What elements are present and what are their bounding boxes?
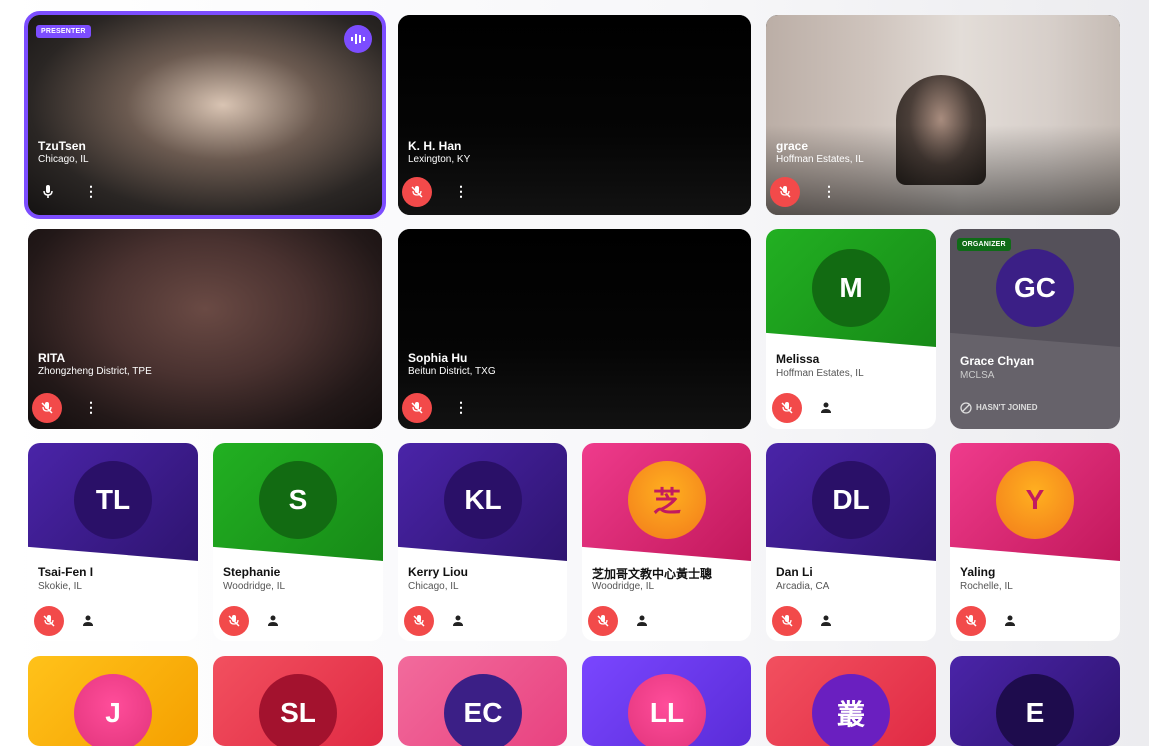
participant-location: Chicago, IL: [408, 581, 459, 592]
video-feed: [398, 229, 751, 429]
person-icon: [821, 615, 831, 626]
video-tile-tzutsen[interactable]: PRESENTER TzuTsen Chicago, IL ⋮: [24, 11, 386, 219]
muted-mic-button[interactable]: [402, 177, 432, 207]
avatar-tile-yaling[interactable]: Y Yaling Rochelle, IL: [950, 443, 1120, 641]
muted-mic-button[interactable]: [404, 606, 434, 636]
muted-mic-button[interactable]: [402, 393, 432, 423]
avatar-tile-stephanie[interactable]: S Stephanie Woodridge, IL: [213, 443, 383, 641]
participant-location: Woodridge, IL: [223, 581, 286, 592]
participant-name: TzuTsen: [38, 139, 86, 153]
participant-location: Rochelle, IL: [960, 581, 1013, 592]
muted-mic-button[interactable]: [588, 606, 618, 636]
video-tile-kh-han[interactable]: K. H. Han Lexington, KY ⋮: [398, 15, 751, 215]
participant-name: Grace Chyan: [960, 354, 1035, 368]
muted-mic-button[interactable]: [219, 606, 249, 636]
participant-location: Arcadia, CA: [776, 581, 830, 592]
muted-mic-button[interactable]: [772, 393, 802, 423]
avatar: GC: [996, 249, 1074, 327]
video-tile-grace[interactable]: grace Hoffman Estates, IL ⋮: [766, 15, 1120, 215]
participant-location: Skokie, IL: [38, 581, 82, 592]
not-joined-icon: [960, 402, 972, 414]
avatar: TL: [74, 461, 152, 539]
video-feed: [398, 15, 751, 215]
participant-name: Tsai-Fen I: [38, 565, 94, 579]
more-options-icon[interactable]: ⋮: [84, 183, 98, 200]
participant-location: Woodridge, IL: [592, 581, 655, 592]
more-options-icon[interactable]: ⋮: [454, 183, 468, 200]
avatar-tile-kerry-liou[interactable]: KL Kerry Liou Chicago, IL: [398, 443, 567, 641]
participant-name: Dan Li: [776, 565, 813, 579]
avatar-tile-grace-chyan[interactable]: ORGANIZER GC Grace Chyan MCLSA HASN'T JO…: [950, 229, 1120, 429]
person-icon: [821, 402, 831, 413]
participant-name: Kerry Liou: [408, 565, 469, 579]
avatar: Y: [996, 461, 1074, 539]
avatar: 叢: [812, 674, 890, 746]
person-icon: [268, 615, 278, 626]
participant-location: Chicago, IL: [38, 154, 89, 165]
avatar: M: [812, 249, 890, 327]
person-icon: [83, 615, 93, 626]
more-options-icon[interactable]: ⋮: [822, 183, 836, 200]
person-icon: [1005, 615, 1015, 626]
avatar: S: [259, 461, 337, 539]
avatar: 芝: [628, 461, 706, 539]
participant-name: K. H. Han: [408, 139, 462, 153]
more-options-icon[interactable]: ⋮: [454, 399, 468, 416]
avatar: LL: [628, 674, 706, 746]
avatar: KL: [444, 461, 522, 539]
participant-name: Sophia Hu: [408, 351, 468, 365]
participant-name: grace: [776, 139, 809, 153]
avatar: J: [74, 674, 152, 746]
avatar-tile-e[interactable]: E: [950, 656, 1120, 746]
participant-location: Zhongzheng District, TPE: [38, 366, 152, 377]
avatar: DL: [812, 461, 890, 539]
participant-name: Yaling: [960, 565, 996, 579]
video-feed: [28, 229, 382, 429]
video-tile-sophia-hu[interactable]: Sophia Hu Beitun District, TXG ⋮: [398, 229, 751, 429]
muted-mic-button[interactable]: [32, 393, 62, 423]
participant-name: Stephanie: [223, 565, 281, 579]
muted-mic-button[interactable]: [772, 606, 802, 636]
avatar-tile-tsai-fen-i[interactable]: TL Tsai-Fen I Skokie, IL: [28, 443, 198, 641]
more-options-icon[interactable]: ⋮: [84, 399, 98, 416]
participant-location: Lexington, KY: [408, 154, 471, 165]
participant-location: Hoffman Estates, IL: [776, 154, 864, 165]
avatar: E: [996, 674, 1074, 746]
video-tile-rita[interactable]: RITA Zhongzheng District, TPE ⋮: [28, 229, 382, 429]
participant-location: Beitun District, TXG: [408, 366, 496, 377]
muted-mic-button[interactable]: [34, 606, 64, 636]
avatar-tile-cong[interactable]: 叢: [766, 656, 936, 746]
avatar-tile-j[interactable]: J: [28, 656, 198, 746]
name-gradient: [766, 125, 1120, 215]
participant-name: RITA: [38, 351, 66, 365]
join-status: HASN'T JOINED: [976, 403, 1038, 412]
avatar: SL: [259, 674, 337, 746]
avatar-tile-melissa[interactable]: M Melissa Hoffman Estates, IL: [766, 229, 936, 429]
mic-icon[interactable]: [42, 185, 54, 204]
avatar-tile-chinese-center[interactable]: 芝 芝加哥文教中心黃士聰 Woodridge, IL: [582, 443, 751, 641]
avatar-tile-sl[interactable]: SL: [213, 656, 383, 746]
audio-level-icon: [344, 25, 372, 53]
person-icon: [453, 615, 463, 626]
avatar-tile-dan-li[interactable]: DL Dan Li Arcadia, CA: [766, 443, 936, 641]
participant-name: Melissa: [776, 352, 820, 366]
avatar: EC: [444, 674, 522, 746]
organizer-badge: ORGANIZER: [957, 238, 1011, 251]
video-feed: [28, 15, 382, 215]
participant-name: 芝加哥文教中心黃士聰: [592, 567, 713, 581]
muted-mic-button[interactable]: [956, 606, 986, 636]
participant-location: Hoffman Estates, IL: [776, 368, 864, 379]
muted-mic-button[interactable]: [770, 177, 800, 207]
avatar-tile-ll[interactable]: LL: [582, 656, 751, 746]
person-icon: [637, 615, 647, 626]
participant-location: MCLSA: [960, 370, 995, 381]
presenter-badge: PRESENTER: [36, 25, 91, 38]
avatar-tile-ec[interactable]: EC: [398, 656, 567, 746]
